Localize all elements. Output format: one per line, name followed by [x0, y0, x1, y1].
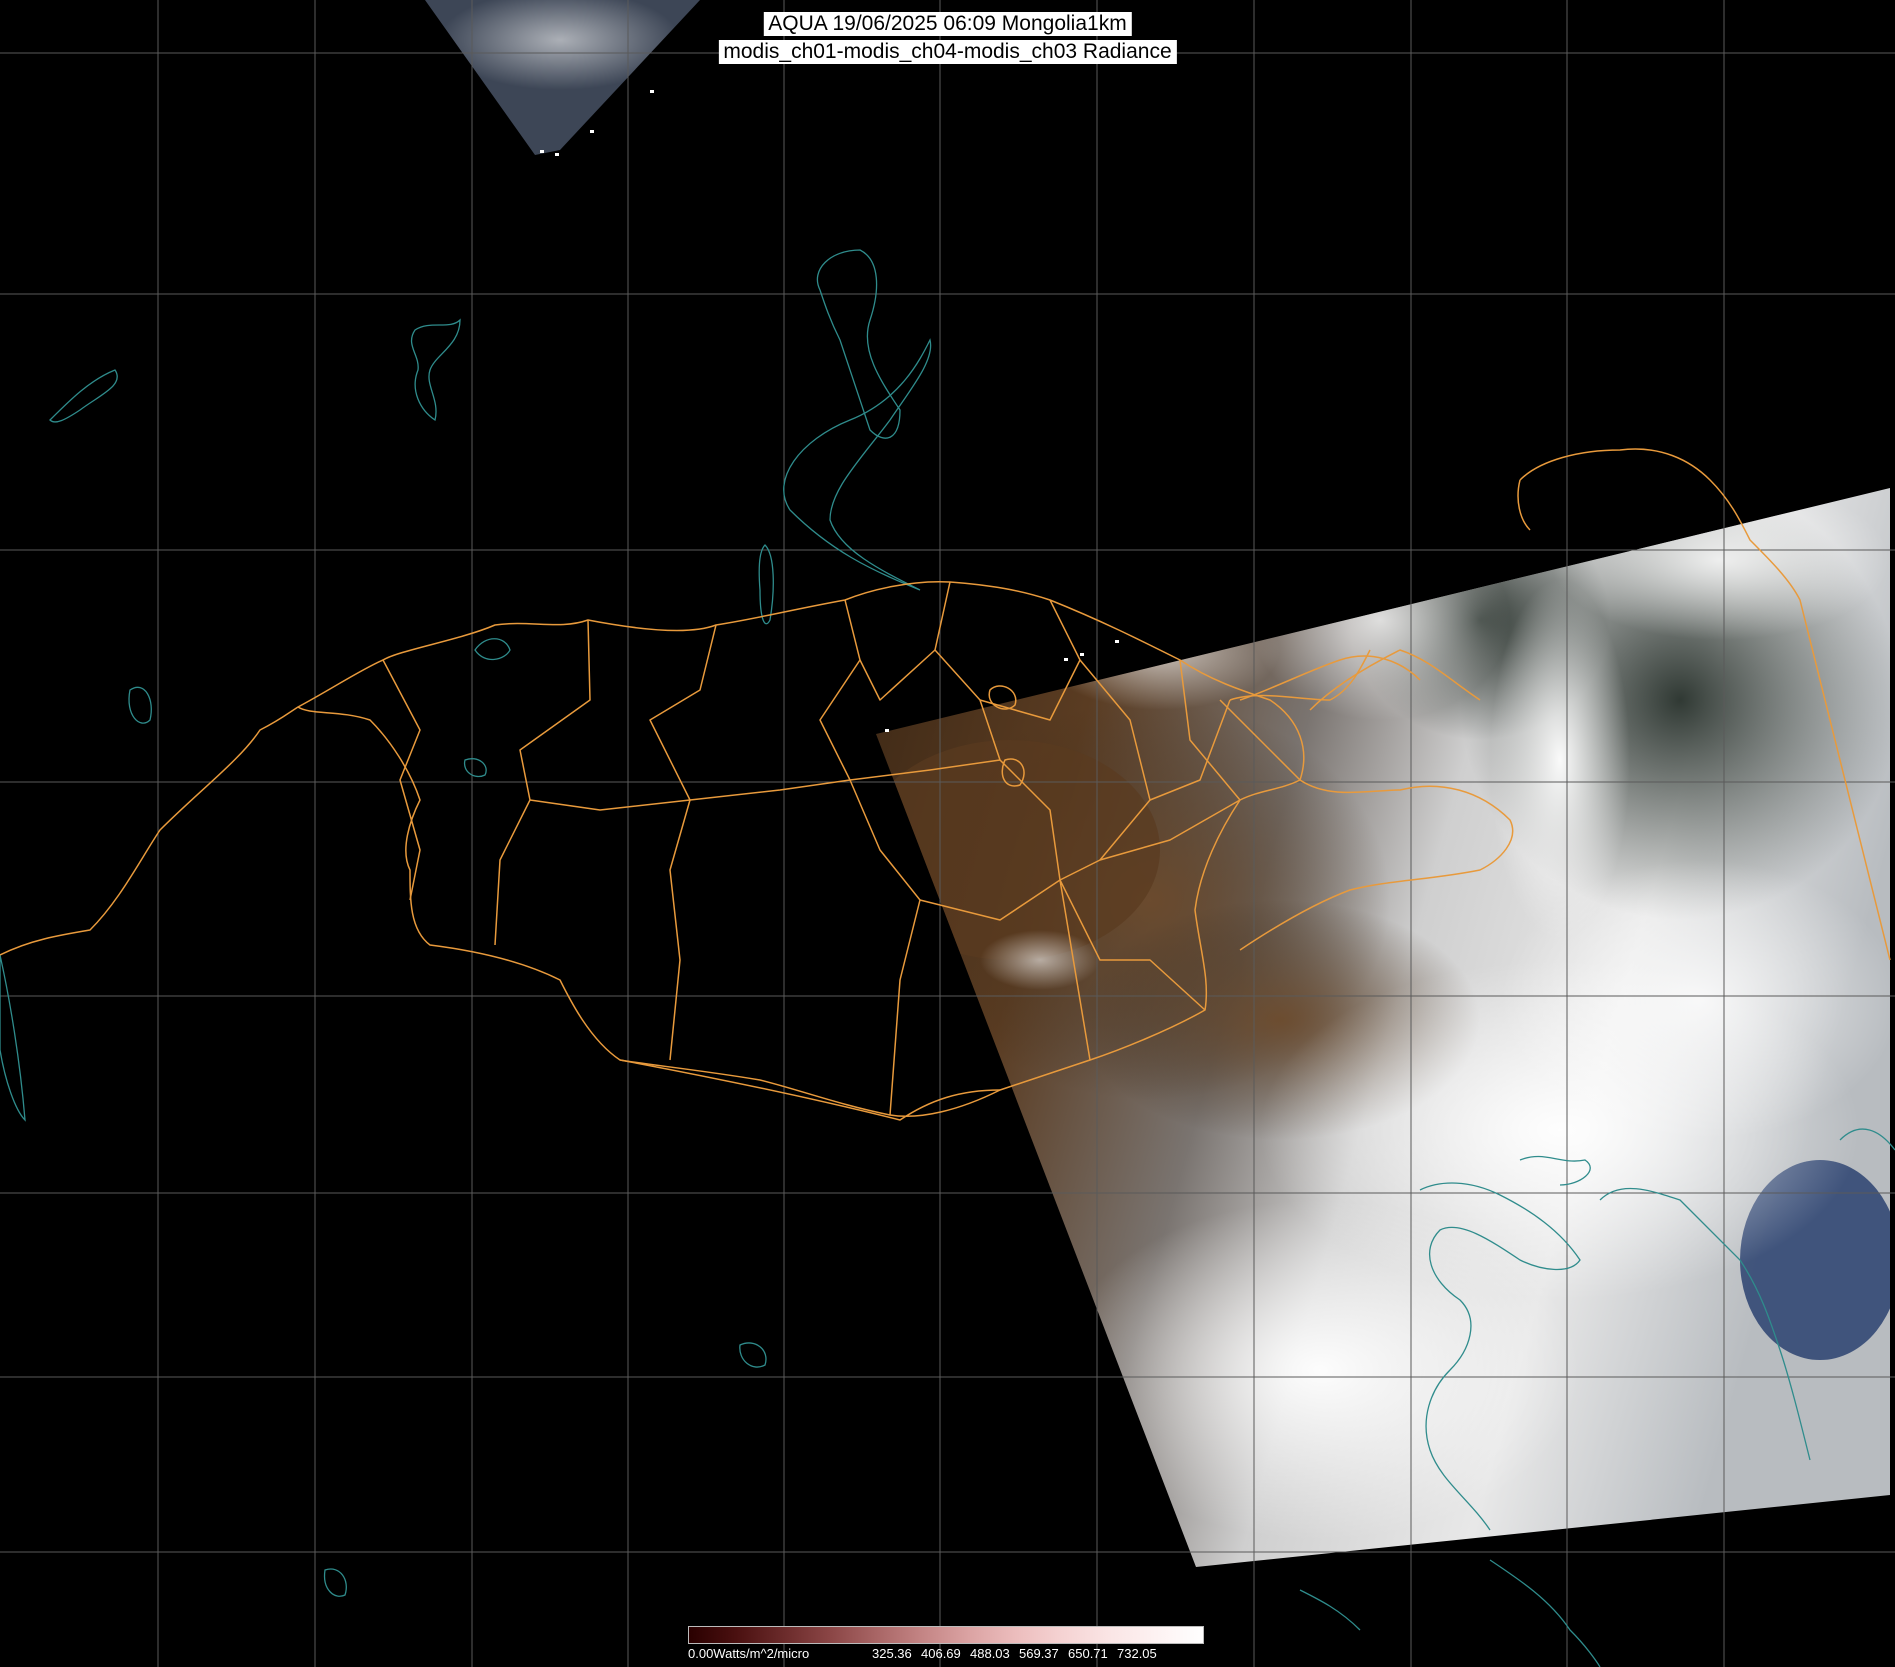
legend-tick: 488.03	[970, 1646, 1010, 1661]
legend-color-bar	[688, 1626, 1204, 1644]
legend-tick: 732.05	[1117, 1646, 1157, 1661]
legend-tick: 406.69	[921, 1646, 961, 1661]
map-title: AQUA 19/06/2025 06:09 Mongolia1km	[763, 12, 1132, 36]
legend-tick: 325.36	[872, 1646, 912, 1661]
map-subtitle: modis_ch01-modis_ch04-modis_ch03 Radianc…	[718, 40, 1177, 64]
satellite-swath	[876, 488, 1890, 1567]
legend-tick: 569.37	[1019, 1646, 1059, 1661]
legend-tick: 650.71	[1068, 1646, 1108, 1661]
satellite-map	[0, 0, 1895, 1667]
swath-edge-marks	[540, 90, 1119, 732]
color-legend: 0.00Watts/m^2/micro 325.36 406.69 488.03…	[688, 1626, 1204, 1662]
legend-min-label: 0.00Watts/m^2/micro	[688, 1646, 810, 1661]
top-swath-fragment	[425, 0, 700, 155]
